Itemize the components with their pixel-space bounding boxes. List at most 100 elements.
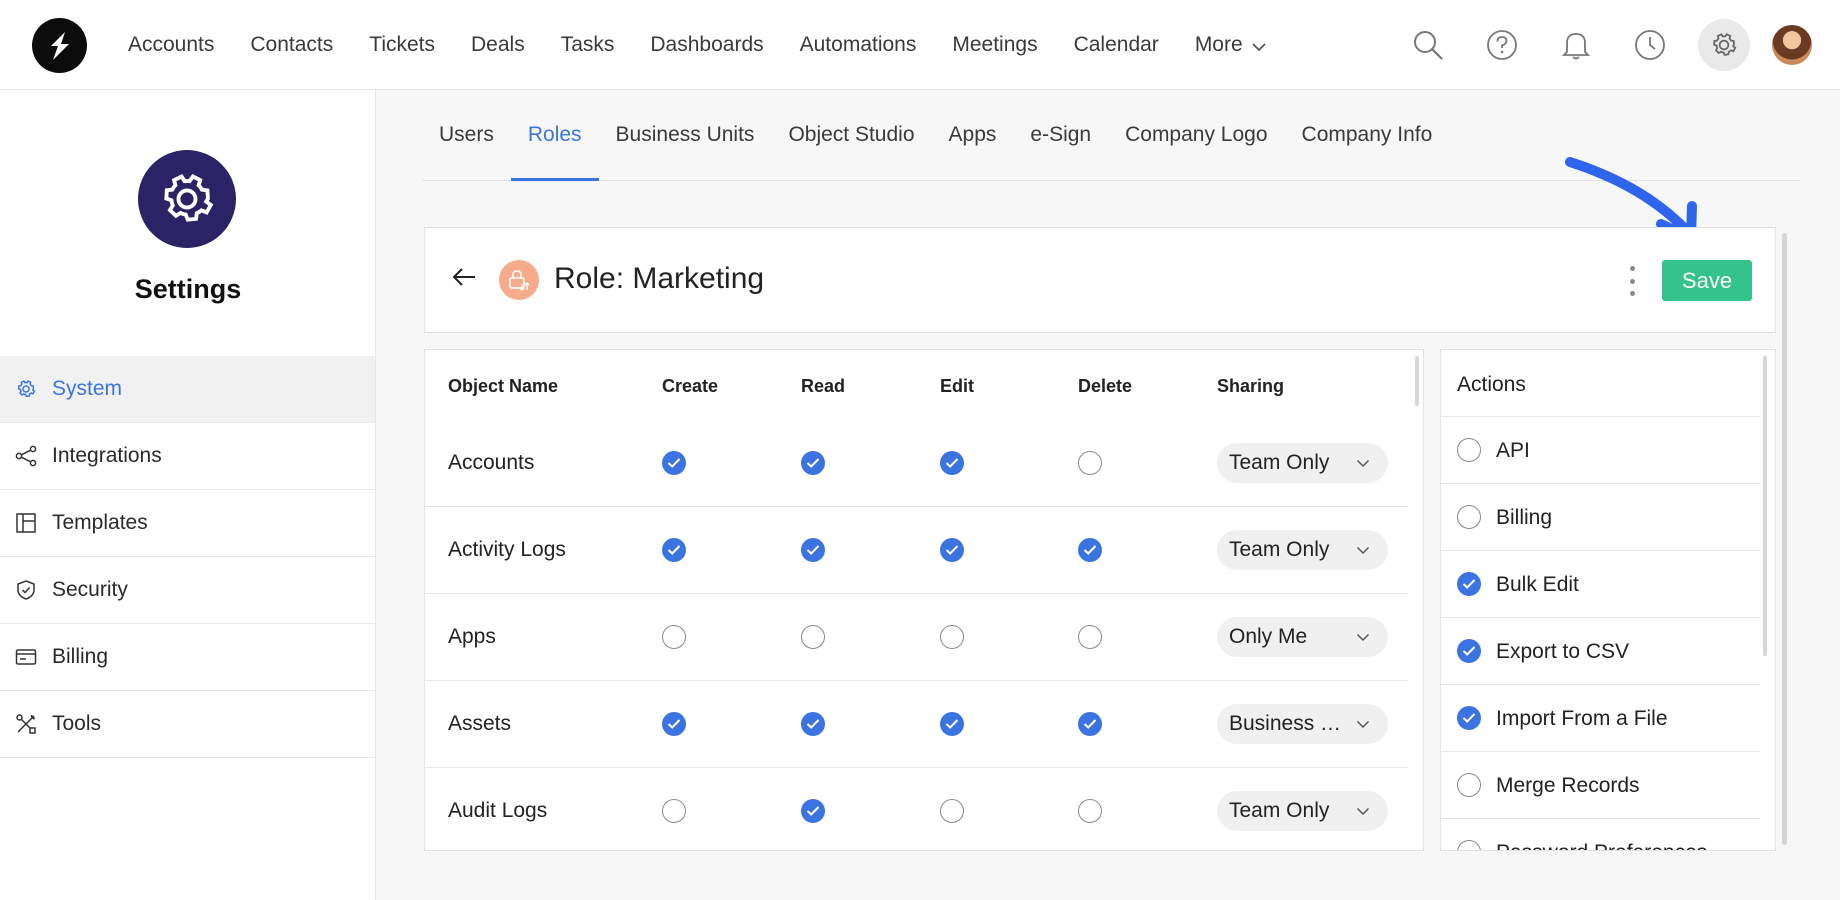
delete-checkbox[interactable] xyxy=(1078,712,1102,736)
table-row-audit-logs: Audit Logs Team Only xyxy=(425,768,1408,850)
nav-item-accounts[interactable]: Accounts xyxy=(128,33,214,57)
read-checkbox[interactable] xyxy=(801,538,825,562)
table-header: Object Name Create Read Edit Delete Shar… xyxy=(425,350,1409,420)
kebab-dot-icon xyxy=(1629,266,1635,271)
page-scrollbar[interactable] xyxy=(1782,233,1787,845)
create-checkbox[interactable] xyxy=(662,799,686,823)
role-avatar xyxy=(499,260,539,300)
create-checkbox[interactable] xyxy=(662,538,686,562)
delete-checkbox[interactable] xyxy=(1078,799,1102,823)
more-options-button[interactable] xyxy=(1623,266,1641,296)
delete-checkbox[interactable] xyxy=(1078,538,1102,562)
action-item-api[interactable]: API xyxy=(1441,417,1760,484)
read-checkbox[interactable] xyxy=(801,799,825,823)
nav-item-tasks[interactable]: Tasks xyxy=(561,33,615,57)
sidebar-item-tools[interactable]: Tools xyxy=(0,691,375,758)
nav-item-calendar[interactable]: Calendar xyxy=(1074,33,1159,57)
action-item-password-preferences[interactable]: Password Preferences xyxy=(1441,819,1760,850)
tab-company-logo[interactable]: Company Logo xyxy=(1108,90,1284,180)
action-checkbox[interactable] xyxy=(1457,438,1481,462)
action-label: Import From a File xyxy=(1496,707,1668,730)
create-checkbox[interactable] xyxy=(662,451,686,475)
action-checkbox[interactable] xyxy=(1457,572,1481,596)
action-item-merge-records[interactable]: Merge Records xyxy=(1441,752,1760,819)
save-button[interactable]: Save xyxy=(1662,260,1752,301)
action-checkbox[interactable] xyxy=(1457,639,1481,663)
edit-checkbox[interactable] xyxy=(940,799,964,823)
read-checkbox[interactable] xyxy=(801,451,825,475)
read-checkbox[interactable] xyxy=(801,712,825,736)
sharing-value: Only Me xyxy=(1229,625,1308,648)
nav-item-dashboards[interactable]: Dashboards xyxy=(650,33,763,57)
notifications-button[interactable] xyxy=(1550,19,1602,71)
sidebar-item-label: Integrations xyxy=(52,444,162,467)
action-checkbox[interactable] xyxy=(1457,706,1481,730)
action-item-bulk-edit[interactable]: Bulk Edit xyxy=(1441,551,1760,618)
delete-checkbox[interactable] xyxy=(1078,451,1102,475)
edit-checkbox[interactable] xyxy=(940,625,964,649)
tab-roles[interactable]: Roles xyxy=(510,90,599,181)
action-checkbox[interactable] xyxy=(1457,840,1481,850)
sidebar-item-security[interactable]: Security xyxy=(0,557,375,624)
settings-button[interactable] xyxy=(1698,19,1750,71)
edit-checkbox[interactable] xyxy=(940,538,964,562)
sidebar-item-billing[interactable]: Billing xyxy=(0,624,375,691)
edit-checkbox[interactable] xyxy=(940,451,964,475)
action-label: Billing xyxy=(1496,506,1553,529)
sidebar-item-system[interactable]: System xyxy=(0,356,375,423)
sharing-select[interactable]: Team Only xyxy=(1217,530,1388,570)
sharing-select[interactable]: Team Only xyxy=(1217,443,1388,483)
tab-apps[interactable]: Apps xyxy=(932,90,1014,180)
help-button[interactable] xyxy=(1476,19,1528,71)
nav-item-contacts[interactable]: Contacts xyxy=(250,33,333,57)
tab-e-sign[interactable]: e-Sign xyxy=(1013,90,1108,180)
action-checkbox[interactable] xyxy=(1457,505,1481,529)
back-button[interactable] xyxy=(451,264,477,295)
share-icon xyxy=(14,444,38,468)
table-row-accounts: Accounts Team Only xyxy=(425,420,1408,507)
action-item-import-from-a-file[interactable]: Import From a File xyxy=(1441,685,1760,752)
sidebar-item-integrations[interactable]: Integrations xyxy=(0,423,375,490)
tab-object-studio[interactable]: Object Studio xyxy=(771,90,931,180)
top-icon-group xyxy=(1380,0,1812,90)
nav-item-meetings[interactable]: Meetings xyxy=(952,33,1037,57)
tab-business-units[interactable]: Business Units xyxy=(599,90,772,180)
lock-sync-icon xyxy=(509,270,530,291)
create-checkbox[interactable] xyxy=(662,712,686,736)
action-item-export-to-csv[interactable]: Export to CSV xyxy=(1441,618,1760,685)
action-checkbox[interactable] xyxy=(1457,773,1481,797)
nav-item-automations[interactable]: Automations xyxy=(800,33,917,57)
search-button[interactable] xyxy=(1402,19,1454,71)
sidebar-item-label: System xyxy=(52,377,123,400)
permissions-table: Object Name Create Read Edit Delete Shar… xyxy=(424,349,1424,851)
delete-checkbox[interactable] xyxy=(1078,625,1102,649)
table-row-apps: Apps Only Me xyxy=(425,594,1408,681)
action-item-billing[interactable]: Billing xyxy=(1441,484,1760,551)
clock-icon xyxy=(1635,30,1665,60)
sharing-select[interactable]: Business Units xyxy=(1217,704,1388,744)
page-title: Role: Marketing xyxy=(554,262,765,295)
action-label: Merge Records xyxy=(1496,774,1640,797)
sidebar-item-label: Templates xyxy=(52,511,148,534)
tab-company-info[interactable]: Company Info xyxy=(1285,90,1450,180)
sharing-select[interactable]: Team Only xyxy=(1217,791,1388,831)
sidebar-item-templates[interactable]: Templates xyxy=(0,490,375,557)
sharing-select[interactable]: Only Me xyxy=(1217,617,1388,657)
nav-item-tickets[interactable]: Tickets xyxy=(369,33,435,57)
tab-users[interactable]: Users xyxy=(422,90,511,180)
create-checkbox[interactable] xyxy=(662,625,686,649)
app-logo[interactable] xyxy=(32,18,87,73)
arrow-left-icon xyxy=(452,268,475,286)
history-button[interactable] xyxy=(1624,19,1676,71)
edit-checkbox[interactable] xyxy=(940,712,964,736)
nav-item-deals[interactable]: Deals xyxy=(471,33,525,57)
sidebar-list: System Integrations Templates Security B… xyxy=(0,356,375,758)
actions-scrollbar[interactable] xyxy=(1763,356,1767,656)
sharing-value: Business Units xyxy=(1229,712,1347,735)
header-sharing: Sharing xyxy=(1217,376,1285,396)
nav-item-more[interactable]: More xyxy=(1195,33,1267,57)
table-scrollbar[interactable] xyxy=(1415,356,1419,406)
bell-icon xyxy=(1561,33,1591,60)
user-avatar[interactable] xyxy=(1772,25,1812,65)
read-checkbox[interactable] xyxy=(801,625,825,649)
